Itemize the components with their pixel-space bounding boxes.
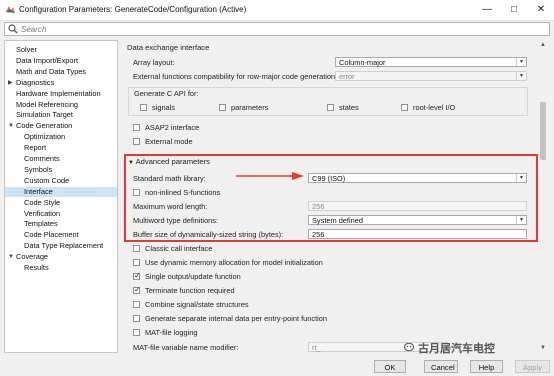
tree-item-symbols[interactable]: Symbols [5, 165, 117, 175]
terminate-checkbox[interactable]: ✓ Terminate function required [133, 285, 313, 296]
help-button[interactable]: Help [470, 360, 503, 373]
tree-item-results[interactable]: Results [5, 263, 117, 273]
tree-item-label: Hardware Implementation [16, 88, 101, 98]
window-title: Configuration Parameters: GenerateCode/C… [19, 5, 247, 14]
tree-item-label: Comments [24, 154, 60, 163]
tree-item-code-generation[interactable]: ▼ Code Generation [5, 121, 117, 131]
apply-button[interactable]: Apply [515, 360, 550, 373]
tree-item-templates[interactable]: Templates [5, 219, 117, 229]
classic-call-checkbox[interactable]: Classic call interface [133, 244, 283, 254]
c-api-header: Generate C API for: [134, 89, 199, 98]
single-output-checkbox[interactable]: ✓ Single output/update function [133, 271, 313, 282]
asap2-checkbox[interactable]: ASAP2 interface [133, 123, 253, 133]
search-icon [8, 24, 18, 34]
ext-funcs-value: error [339, 72, 355, 81]
tree-item-data-import-export[interactable]: Data Import/Export [5, 56, 117, 66]
scroll-thumb[interactable] [540, 102, 546, 160]
tree-item-label: Model Referencing [16, 99, 79, 109]
tree-item-label: Coverage [16, 252, 49, 262]
data-exchange-header: Data exchange interface [127, 43, 210, 52]
c-api-root-io-checkbox[interactable]: root-level I/O [401, 103, 481, 113]
tree-item-label: Verification [24, 208, 61, 218]
c-api-states-checkbox[interactable]: states [327, 103, 387, 113]
scroll-up-icon[interactable]: ▲ [538, 40, 548, 50]
tree-item-label: Symbols [24, 164, 53, 174]
vertical-scrollbar[interactable]: ▲ ▼ [538, 40, 548, 353]
collapse-arrow-icon[interactable]: ▼ [8, 121, 14, 131]
checkmark-icon: ✓ [134, 271, 141, 280]
tree-item-label: Custom Code [24, 175, 70, 185]
tree-item-solver[interactable]: Solver [5, 45, 117, 55]
minimize-button[interactable]: — [474, 0, 500, 20]
tree-item-code-placement[interactable]: Code Placement [5, 230, 117, 240]
scroll-down-icon[interactable]: ▼ [538, 343, 548, 353]
tree-item-label: Data Import/Export [16, 55, 79, 65]
ext-funcs-label: External functions compatibility for row… [133, 72, 338, 81]
tree-item-verification[interactable]: Verification [5, 209, 117, 219]
tree-item-label: Code Generation [16, 121, 73, 131]
chevron-down-icon: ▼ [516, 72, 526, 80]
watermark: 古月居汽车电控 [418, 343, 495, 355]
tree-item-label: Code Style [24, 197, 61, 207]
tree-item-label: Optimization [24, 132, 66, 142]
external-mode-checkbox[interactable]: External mode [133, 137, 253, 147]
c-api-signals-checkbox[interactable]: signals [140, 103, 220, 113]
button-bar: OK Cancel Help Apply [0, 356, 554, 376]
tree-item-interface[interactable]: Interface [5, 186, 117, 197]
close-button[interactable]: ✕ [528, 0, 554, 20]
tree-item-code-style[interactable]: Code Style [5, 198, 117, 208]
simulink-app-icon [6, 6, 15, 13]
tree-item-data-type-replacement[interactable]: Data Type Replacement [5, 241, 117, 251]
tree-item-label: Solver [16, 45, 37, 54]
tree-item-label: Templates [24, 219, 58, 229]
maximize-button[interactable]: □ [501, 0, 527, 20]
array-layout-value: Column-major [339, 58, 386, 67]
title-bar: Configuration Parameters: GenerateCode/C… [0, 0, 554, 21]
mat-logging-checkbox[interactable]: MAT-file logging [133, 328, 253, 338]
tree-item-label: Interface [24, 186, 53, 196]
highlight-rectangle [124, 154, 538, 242]
array-layout-select[interactable]: Column-major ▼ [335, 57, 527, 67]
tree-item-label: Math and Data Types [16, 66, 87, 76]
cancel-button[interactable]: Cancel [424, 360, 458, 373]
tree-item-label: Results [24, 263, 49, 272]
tree-item-hardware-implementation[interactable]: Hardware Implementation [5, 89, 117, 99]
wechat-icon [404, 342, 414, 352]
tree-item-simulation-target[interactable]: Simulation Target [5, 110, 117, 120]
separate-data-checkbox[interactable]: Generate separate internal data per entr… [133, 314, 393, 324]
array-layout-label: Array layout: [133, 58, 175, 67]
tree-item-coverage[interactable]: ▼ Coverage [5, 252, 117, 262]
tree-item-math-and-data-types[interactable]: Math and Data Types [5, 67, 117, 77]
ok-button[interactable]: OK [374, 360, 406, 373]
dyn-mem-checkbox[interactable]: Use dynamic memory allocation for model … [133, 258, 393, 268]
mat-modifier-label: MAT-file variable name modifier: [133, 343, 239, 352]
combine-structures-checkbox[interactable]: Combine signal/state structures [133, 300, 313, 310]
tree-item-custom-code[interactable]: Custom Code [5, 176, 117, 186]
ext-funcs-select[interactable]: error ▼ [335, 71, 527, 81]
tree-item-diagnostics[interactable]: ▶ Diagnostics [5, 78, 117, 88]
tree-item-label: Data Type Replacement [24, 241, 104, 251]
c-api-parameters-checkbox[interactable]: parameters [219, 103, 299, 113]
tree-item-label: Report [24, 143, 47, 153]
red-arrow-annotation [236, 172, 304, 180]
checkmark-icon: ✓ [134, 285, 141, 294]
tree-item-label: Simulation Target [16, 110, 73, 120]
category-tree: Solver Data Import/Export Math and Data Ty… [4, 40, 118, 353]
search-bar[interactable] [4, 22, 550, 36]
tree-item-comments[interactable]: Comments [5, 154, 117, 164]
tree-item-report[interactable]: Report [5, 143, 117, 153]
search-input[interactable] [21, 23, 541, 35]
collapse-arrow-icon[interactable]: ▼ [8, 252, 14, 262]
tree-item-label: Code Placement [24, 230, 79, 240]
tree-item-label: Diagnostics [16, 77, 55, 87]
tree-item-model-referencing[interactable]: Model Referencing [5, 100, 117, 110]
expand-arrow-icon[interactable]: ▶ [8, 78, 13, 88]
tree-item-optimization[interactable]: Optimization [5, 132, 117, 142]
chevron-down-icon: ▼ [516, 58, 526, 66]
